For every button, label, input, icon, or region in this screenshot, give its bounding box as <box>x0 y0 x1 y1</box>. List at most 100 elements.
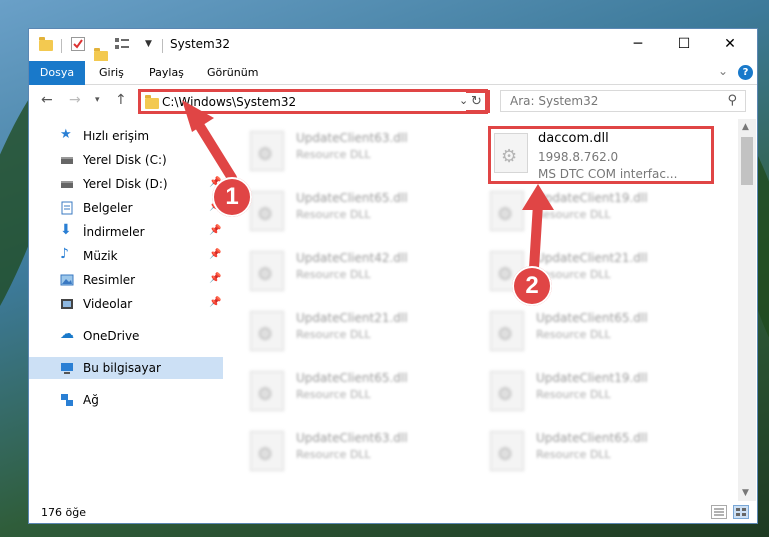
file-highlight-box <box>488 126 714 184</box>
drive-icon <box>60 177 74 191</box>
network-icon <box>60 393 74 407</box>
file-name: UpdateClient65.dll <box>536 311 648 325</box>
file-name: UpdateClient65.dll <box>536 431 648 445</box>
computer-icon <box>60 361 74 375</box>
search-input[interactable]: Ara: System32 ⚲ <box>500 90 746 112</box>
address-path[interactable]: C:\Windows\System32 <box>162 95 296 109</box>
file-name: UpdateClient19.dll <box>536 371 648 385</box>
separator <box>61 39 62 53</box>
back-arrow-icon[interactable]: ← <box>41 92 53 108</box>
sidebar-item-label: OneDrive <box>83 329 140 343</box>
file-type: Resource DLL <box>536 448 611 461</box>
file-item[interactable]: UpdateClient63.dll Resource DLL <box>226 423 454 479</box>
minimize-button[interactable]: ─ <box>615 29 661 59</box>
recent-locations-icon[interactable]: ▾ <box>95 95 100 105</box>
file-item[interactable]: UpdateClient19.dll Resource DLL <box>466 363 694 419</box>
pin-icon[interactable]: 📌 <box>209 249 221 260</box>
pin-icon[interactable]: 📌 <box>209 273 221 284</box>
file-type: Resource DLL <box>296 268 371 281</box>
details-view-icon[interactable] <box>711 505 727 519</box>
sidebar-item-label: Yerel Disk (D:) <box>83 177 168 191</box>
file-name: UpdateClient42.dll <box>296 251 408 265</box>
address-bar[interactable]: C:\Windows\System32 ⌄ <box>138 89 488 114</box>
sidebar-item-label: Belgeler <box>83 201 133 215</box>
drive-icon <box>60 153 74 167</box>
step-2-badge: 2 <box>512 266 552 306</box>
customize-toolbar-icon[interactable] <box>115 37 131 51</box>
refresh-button[interactable]: ↻ <box>466 90 490 113</box>
sidebar-item-downloads[interactable]: ⬇ İndirmeler 📌 <box>29 221 223 243</box>
file-type: Resource DLL <box>296 148 371 161</box>
close-button[interactable]: ✕ <box>707 29 753 59</box>
pin-icon[interactable]: 📌 <box>209 297 221 308</box>
file-item[interactable]: UpdateClient65.dll Resource DLL <box>226 183 454 239</box>
dll-file-icon <box>490 311 524 351</box>
expand-ribbon-icon[interactable]: ⌄ <box>718 64 728 78</box>
file-name: UpdateClient65.dll <box>296 371 408 385</box>
sidebar-item-label: Bu bilgisayar <box>83 361 161 375</box>
search-icon[interactable]: ⚲ <box>727 93 737 108</box>
sidebar-item-disk-d[interactable]: Yerel Disk (D:) 📌 <box>29 173 223 195</box>
sidebar-item-onedrive[interactable]: ☁ OneDrive <box>29 325 223 347</box>
file-name: UpdateClient63.dll <box>296 431 408 445</box>
file-type: Resource DLL <box>296 388 371 401</box>
step-1-badge: 1 <box>212 177 252 217</box>
sidebar-item-quick-access[interactable]: ★ Hızlı erişim <box>29 125 223 147</box>
dll-file-icon <box>250 131 284 171</box>
file-item[interactable]: UpdateClient19.dll Resource DLL <box>466 183 694 239</box>
sidebar-item-label: Resimler <box>83 273 136 287</box>
documents-icon <box>60 201 74 215</box>
help-icon[interactable]: ? <box>738 65 753 80</box>
file-item[interactable]: UpdateClient21.dll Resource DLL <box>226 303 454 359</box>
file-type: Resource DLL <box>296 208 371 221</box>
folder-icon <box>39 37 53 51</box>
file-name: UpdateClient21.dll <box>296 311 408 325</box>
file-type: Resource DLL <box>536 208 611 221</box>
scroll-down-icon[interactable]: ▼ <box>742 488 749 498</box>
forward-arrow-icon[interactable]: → <box>69 92 81 108</box>
file-item[interactable]: UpdateClient65.dll Resource DLL <box>226 363 454 419</box>
tiles-view-icon[interactable] <box>733 505 749 519</box>
chevron-down-icon[interactable]: ▼ <box>145 39 152 55</box>
dll-file-icon <box>250 311 284 351</box>
sidebar-item-network[interactable]: Ağ <box>29 389 223 411</box>
file-type: Resource DLL <box>296 448 371 461</box>
sidebar-item-music[interactable]: ♪ Müzik 📌 <box>29 245 223 267</box>
pin-icon[interactable]: 📌 <box>209 225 221 236</box>
window-title: System32 <box>170 37 231 51</box>
scrollbar-thumb[interactable] <box>741 137 753 185</box>
video-icon <box>60 297 74 311</box>
pictures-icon <box>60 273 74 287</box>
sidebar-item-documents[interactable]: Belgeler 📌 <box>29 197 223 219</box>
separator <box>162 39 163 53</box>
dll-file-icon <box>490 371 524 411</box>
properties-icon[interactable] <box>71 37 85 51</box>
tab-home[interactable]: Giriş <box>99 61 124 85</box>
file-item[interactable]: UpdateClient21.dll Resource DLL <box>466 243 694 299</box>
sidebar-item-this-pc[interactable]: Bu bilgisayar <box>29 357 223 379</box>
status-bar: 176 öğe <box>29 501 757 523</box>
dll-file-icon <box>250 251 284 291</box>
item-count: 176 öğe <box>41 506 86 519</box>
maximize-button[interactable]: ☐ <box>661 29 707 59</box>
file-item[interactable]: UpdateClient65.dll Resource DLL <box>466 303 694 359</box>
sidebar-item-label: Ağ <box>83 393 99 407</box>
search-placeholder: Ara: System32 <box>510 94 599 108</box>
file-item[interactable]: UpdateClient65.dll Resource DLL <box>466 423 694 479</box>
sidebar-item-disk-c[interactable]: Yerel Disk (C:) <box>29 149 223 171</box>
file-item[interactable]: UpdateClient42.dll Resource DLL <box>226 243 454 299</box>
up-arrow-icon[interactable]: ↑ <box>115 92 127 108</box>
title-bar: ▼ System32 ─ ☐ ✕ <box>29 29 757 62</box>
tab-share[interactable]: Paylaş <box>149 61 184 85</box>
file-item[interactable]: UpdateClient63.dll Resource DLL <box>226 123 454 179</box>
sidebar-item-pictures[interactable]: Resimler 📌 <box>29 269 223 291</box>
download-icon: ⬇ <box>60 222 72 238</box>
dll-file-icon <box>490 191 524 231</box>
scroll-up-icon[interactable]: ▲ <box>742 122 749 132</box>
explorer-window: ▼ System32 ─ ☐ ✕ Dosya Giriş Paylaş Görü… <box>28 28 758 524</box>
vertical-scrollbar[interactable]: ▲ ▼ <box>738 119 756 501</box>
tab-view[interactable]: Görünüm <box>207 61 258 85</box>
star-icon: ★ <box>60 127 72 142</box>
tab-file[interactable]: Dosya <box>29 61 85 85</box>
sidebar-item-videos[interactable]: Videolar 📌 <box>29 293 223 315</box>
